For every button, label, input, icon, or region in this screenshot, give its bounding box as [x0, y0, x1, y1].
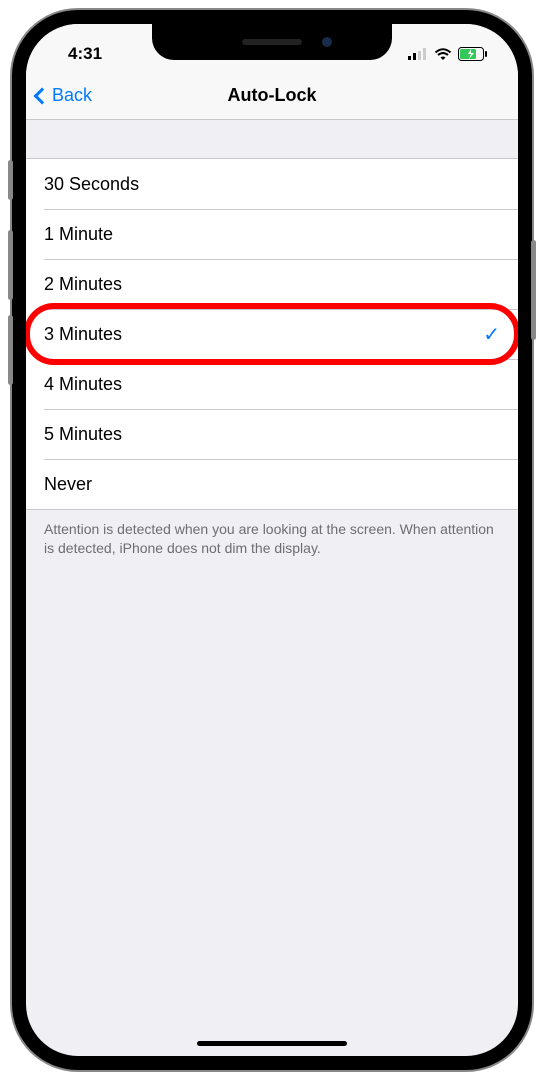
silent-switch [8, 160, 13, 200]
option-row[interactable]: 30 Seconds [26, 159, 518, 209]
option-label: Never [44, 474, 92, 495]
notch [152, 24, 392, 60]
front-camera [322, 37, 332, 47]
nav-bar: Back Auto-Lock [26, 72, 518, 120]
footer-note: Attention is detected when you are looki… [26, 510, 518, 568]
option-label: 1 Minute [44, 224, 113, 245]
back-label: Back [52, 85, 92, 106]
status-icons [408, 47, 488, 61]
volume-down-button [8, 315, 13, 385]
wifi-icon [434, 48, 452, 61]
option-row[interactable]: 5 Minutes [26, 409, 518, 459]
chevron-left-icon [34, 87, 51, 104]
phone-frame: 4:31 [12, 10, 532, 1070]
battery-icon [458, 47, 488, 61]
option-label: 4 Minutes [44, 374, 122, 395]
side-button [531, 240, 536, 340]
option-row[interactable]: 2 Minutes [26, 259, 518, 309]
status-time: 4:31 [68, 44, 102, 64]
options-list: 30 Seconds 1 Minute 2 Minutes 3 Minutes ✓ 4 M… [26, 158, 518, 510]
home-indicator[interactable] [197, 1041, 347, 1046]
volume-up-button [8, 230, 13, 300]
option-row[interactable]: 4 Minutes [26, 359, 518, 409]
option-label: 5 Minutes [44, 424, 122, 445]
option-label: 2 Minutes [44, 274, 122, 295]
option-row[interactable]: Never [26, 459, 518, 509]
option-label: 3 Minutes [44, 324, 122, 345]
option-row[interactable]: 3 Minutes ✓ [26, 309, 518, 359]
option-row[interactable]: 1 Minute [26, 209, 518, 259]
back-button[interactable]: Back [36, 85, 92, 106]
checkmark-icon: ✓ [483, 322, 500, 347]
content-area: 30 Seconds 1 Minute 2 Minutes 3 Minutes ✓ 4 M… [26, 120, 518, 568]
page-title: Auto-Lock [228, 85, 317, 106]
speaker [242, 39, 302, 45]
screen: 4:31 [26, 24, 518, 1056]
option-label: 30 Seconds [44, 174, 139, 195]
cellular-icon [408, 48, 428, 60]
